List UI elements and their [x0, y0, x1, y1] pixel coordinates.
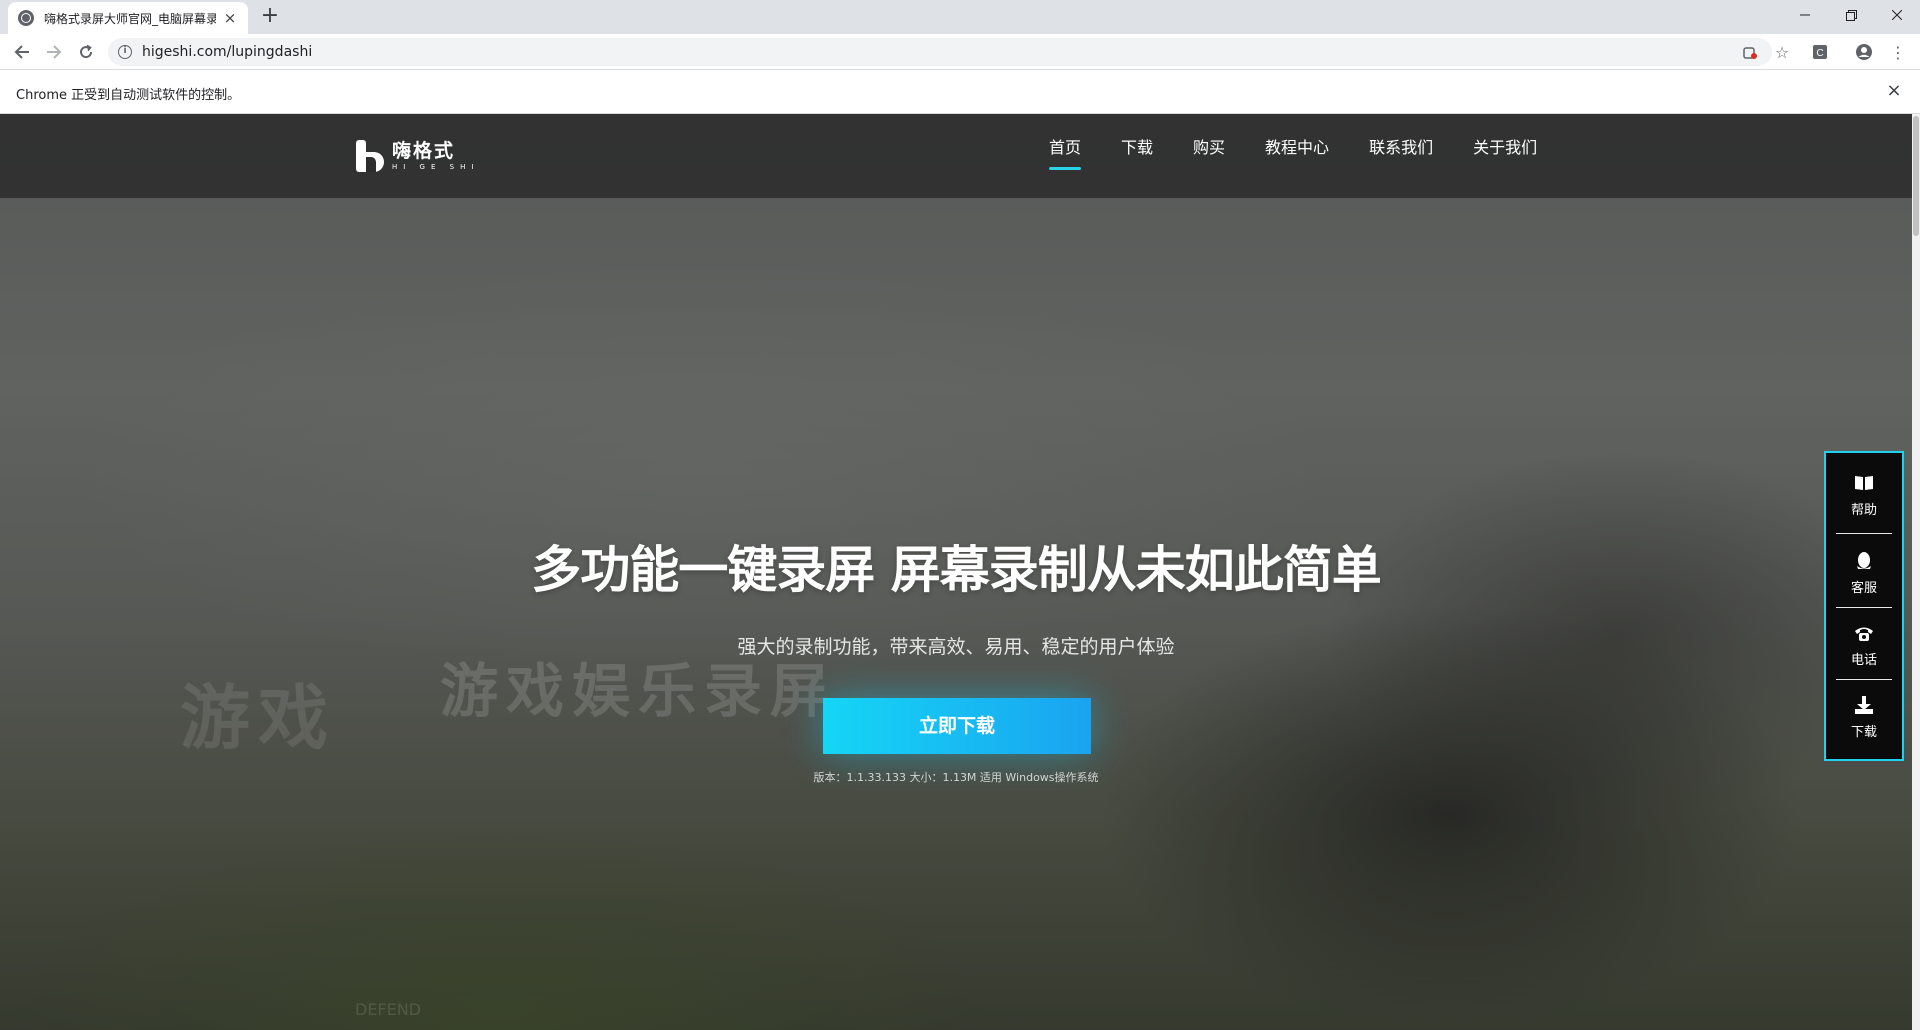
divider — [1836, 607, 1892, 608]
page-viewport: 游戏 游戏娱乐录屏 DEFEND 嗨格式 HI GE SHI 首页 下载 购买 … — [0, 114, 1920, 1030]
automation-infobar: Chrome 正受到自动测试软件的控制。 × — [0, 70, 1920, 114]
nav-contact[interactable]: 联系我们 — [1369, 136, 1433, 172]
book-icon — [1854, 473, 1874, 493]
extension-icon[interactable]: C — [1808, 40, 1832, 64]
nav-buy[interactable]: 购买 — [1193, 136, 1225, 172]
bookmark-star-icon[interactable]: ☆ — [1770, 40, 1794, 64]
forward-button[interactable] — [42, 40, 66, 64]
float-download-label: 下载 — [1850, 724, 1877, 740]
minimize-icon — [1800, 14, 1810, 16]
scrollbar-thumb[interactable] — [1913, 116, 1919, 236]
floating-sidebar: 帮助 客服 电话 下载 — [1824, 451, 1904, 761]
download-icon — [1854, 695, 1874, 715]
close-icon — [1892, 10, 1902, 20]
blocked-content-icon[interactable] — [1738, 40, 1762, 64]
logo-mark-icon — [356, 140, 386, 172]
float-phone-label: 电话 — [1850, 652, 1877, 668]
infobar-text: Chrome 正受到自动测试软件的控制。 — [16, 88, 241, 103]
float-help-label: 帮助 — [1850, 502, 1877, 518]
arrow-left-icon — [14, 45, 29, 59]
site-header: 嗨格式 HI GE SHI 首页 下载 购买 教程中心 联系我们 关于我们 — [0, 114, 1920, 198]
nav-about[interactable]: 关于我们 — [1473, 136, 1537, 172]
site-logo[interactable]: 嗨格式 HI GE SHI — [356, 140, 479, 172]
tab-title: 嗨格式录屏大师官网_电脑屏幕录 — [44, 11, 216, 26]
close-tab-icon[interactable]: × — [222, 10, 238, 26]
float-help-button[interactable]: 帮助 — [1836, 459, 1892, 531]
version-info: 版本：1.1.33.133 大小：1.13M 适用 Windows操作系统 — [813, 771, 1099, 784]
float-service-button[interactable]: 客服 — [1836, 537, 1892, 609]
page-scrollbar[interactable] — [1912, 114, 1920, 1030]
hero-subtitle: 强大的录制功能，带来高效、易用、稳定的用户体验 — [737, 636, 1175, 658]
qq-icon — [1854, 551, 1874, 571]
logo-text: 嗨格式 — [392, 139, 456, 162]
back-button[interactable] — [10, 40, 34, 64]
browser-tabstrip: 嗨格式录屏大师官网_电脑屏幕录 × + — [0, 0, 1920, 34]
main-nav: 首页 下载 购买 教程中心 联系我们 关于我们 — [1049, 136, 1577, 172]
restore-button[interactable] — [1828, 0, 1874, 30]
logo-subtext: HI GE SHI — [392, 162, 480, 171]
nav-home[interactable]: 首页 — [1049, 136, 1082, 172]
info-icon[interactable]: i — [118, 45, 132, 59]
background-game-text: 游戏 — [180, 677, 336, 759]
minimize-button[interactable] — [1782, 0, 1828, 30]
phone-icon — [1854, 623, 1874, 643]
reload-icon — [80, 44, 93, 59]
address-bar[interactable]: i higeshi.com/lupingdashi — [108, 38, 1772, 66]
menu-kebab-icon[interactable]: ⋮ — [1886, 40, 1910, 64]
svg-text:C: C — [1816, 48, 1823, 59]
globe-icon — [18, 10, 34, 26]
nav-download[interactable]: 下载 — [1121, 136, 1153, 172]
reload-button[interactable] — [74, 40, 98, 64]
nav-tutorials[interactable]: 教程中心 — [1265, 136, 1329, 172]
hero-title: 多功能一键录屏 屏幕录制从未如此简单 — [531, 541, 1381, 599]
close-window-button[interactable] — [1874, 0, 1920, 30]
download-now-button[interactable]: 立即下载 — [823, 698, 1091, 754]
float-download-button[interactable]: 下载 — [1836, 681, 1892, 753]
browser-tab[interactable]: 嗨格式录屏大师官网_电脑屏幕录 × — [8, 2, 248, 34]
url-text: higeshi.com/lupingdashi — [142, 44, 313, 60]
divider — [1836, 533, 1892, 534]
browser-toolbar: i higeshi.com/lupingdashi ☆ C ⋮ — [0, 34, 1920, 70]
float-service-label: 客服 — [1850, 580, 1877, 596]
profile-icon[interactable] — [1852, 40, 1876, 64]
infobar-close-icon[interactable]: × — [1884, 81, 1904, 101]
background-defend-text: DEFEND — [355, 1000, 422, 1019]
float-phone-button[interactable]: 电话 — [1836, 609, 1892, 681]
restore-icon — [1845, 9, 1857, 21]
arrow-right-icon — [47, 45, 62, 59]
new-tab-button[interactable]: + — [258, 5, 282, 29]
divider — [1836, 679, 1892, 680]
